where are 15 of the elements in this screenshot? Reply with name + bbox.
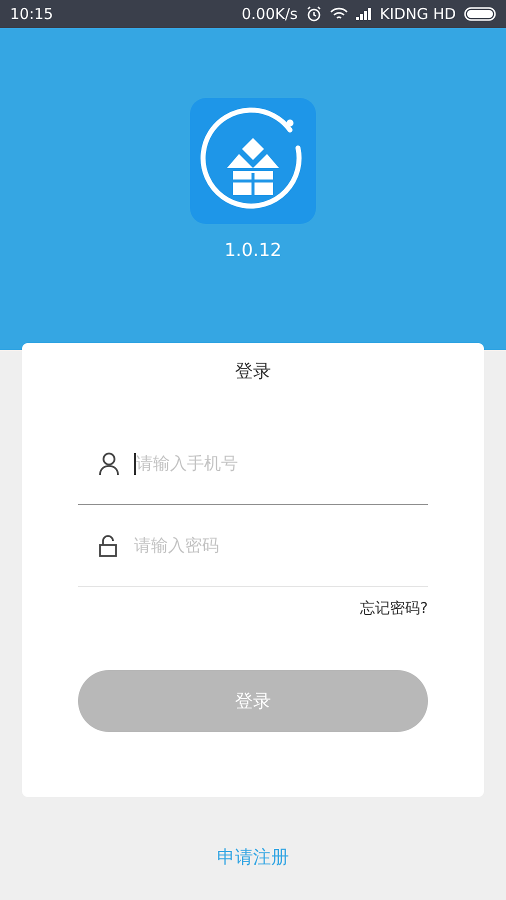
register-link[interactable]: 申请注册 — [217, 845, 289, 869]
forgot-password-link[interactable]: 忘记密码? — [360, 599, 428, 618]
carrier-name: KIDNG HD — [380, 5, 456, 23]
wifi-icon — [330, 7, 348, 21]
network-speed: 0.00K/s — [242, 5, 298, 23]
phone-field[interactable]: 请输入手机号 — [134, 452, 408, 474]
version-label: 1.0.12 — [224, 240, 282, 261]
user-icon — [98, 452, 120, 476]
alarm-clock-icon — [306, 6, 322, 22]
password-field[interactable]: 请输入密码 — [132, 534, 408, 556]
status-time: 10:15 — [10, 5, 54, 23]
signal-icon — [356, 8, 372, 20]
battery-icon — [464, 7, 496, 21]
lock-icon — [98, 534, 118, 556]
login-title: 登录 — [235, 360, 271, 383]
